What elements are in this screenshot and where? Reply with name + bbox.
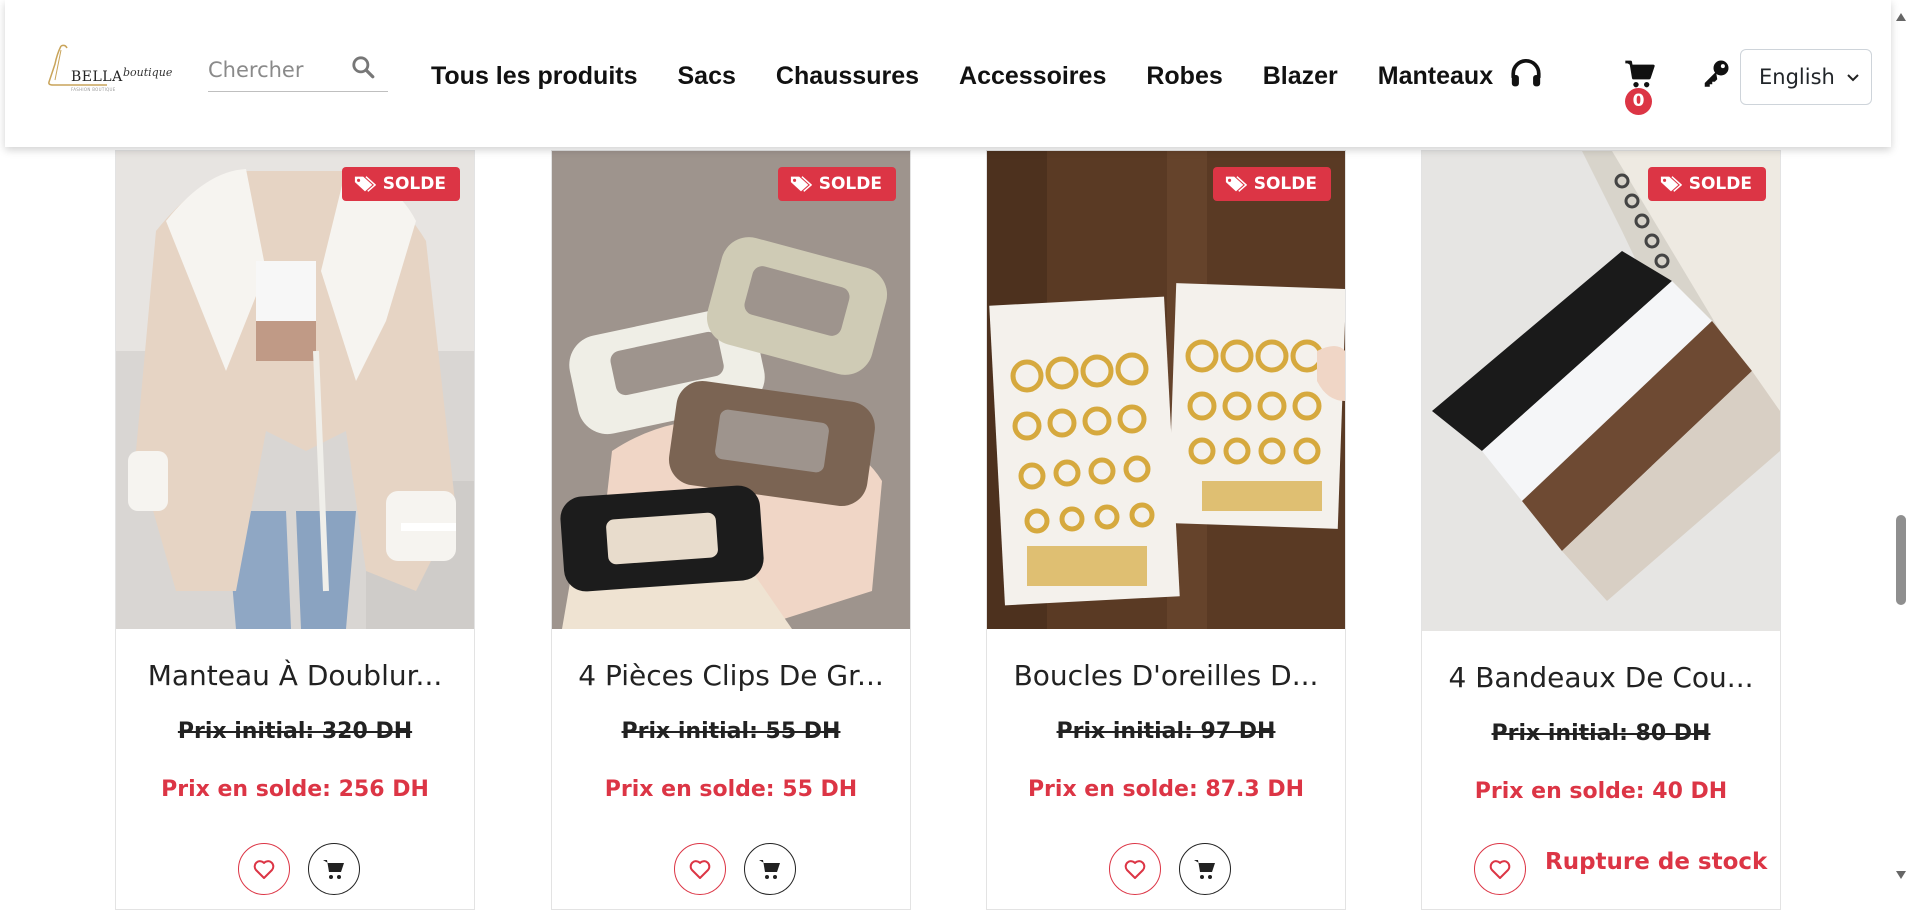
- site-logo[interactable]: BELLA boutique FASHION BOUTIQUE: [45, 44, 172, 100]
- language-select-value: English: [1759, 65, 1835, 89]
- nav-item-coats[interactable]: Manteaux: [1378, 62, 1493, 91]
- add-to-favorites-button[interactable]: [674, 843, 726, 895]
- product-image[interactable]: SOLDE: [116, 151, 474, 629]
- sale-badge-label: SOLDE: [1253, 174, 1317, 194]
- logo-script-text: boutique: [123, 66, 173, 79]
- page-scrollbar[interactable]: [1891, 0, 1911, 898]
- sale-badge: SOLDE: [1212, 167, 1331, 201]
- add-to-cart-button[interactable]: [1179, 843, 1231, 895]
- add-to-cart-button[interactable]: [308, 843, 360, 895]
- sale-badge-label: SOLDE: [1688, 174, 1752, 194]
- product-sale-price: Prix en solde: 87.3 DH: [1027, 777, 1305, 802]
- chevron-down-icon: [1847, 74, 1859, 82]
- nav-item-dresses[interactable]: Robes: [1146, 62, 1222, 91]
- product-card[interactable]: SOLDE 4 Pièces Clips De Gr... Prix initi…: [551, 150, 911, 910]
- language-select[interactable]: English: [1740, 49, 1872, 105]
- product-image[interactable]: SOLDE: [552, 151, 910, 629]
- key-icon[interactable]: [1701, 58, 1731, 88]
- tag-icon: [1225, 176, 1247, 192]
- cart-count-badge: 0: [1625, 88, 1652, 115]
- product-card[interactable]: SOLDE Boucles D'oreilles D... Prix initi…: [986, 150, 1346, 910]
- headset-icon[interactable]: [1509, 58, 1543, 92]
- search-icon[interactable]: [350, 54, 376, 80]
- out-of-stock-label: Rupture de stock: [1545, 849, 1768, 875]
- heart-icon: [253, 860, 275, 879]
- product-initial-price: Prix initial: 80 DH: [1491, 721, 1711, 746]
- search-input[interactable]: [208, 54, 348, 86]
- tag-icon: [1660, 176, 1682, 192]
- add-to-favorites-button[interactable]: [238, 843, 290, 895]
- site-header: BELLA boutique FASHION BOUTIQUE Tous les…: [5, 0, 1891, 147]
- product-initial-price: Prix initial: 97 DH: [1056, 719, 1276, 744]
- heart-icon: [1489, 860, 1511, 879]
- logo-brand-text: BELLA: [71, 69, 123, 85]
- product-title[interactable]: Manteau À Doublur...: [116, 659, 474, 692]
- main-nav: Tous les produits Sacs Chaussures Access…: [431, 62, 1533, 91]
- tag-icon: [354, 176, 376, 192]
- heart-icon: [1124, 860, 1146, 879]
- tag-icon: [790, 176, 812, 192]
- cart-icon: [759, 860, 780, 879]
- product-card[interactable]: SOLDE Manteau À Doublur... Prix initial:…: [115, 150, 475, 910]
- product-initial-price: Prix initial: 55 DH: [621, 719, 841, 744]
- scroll-up-arrow-icon[interactable]: [1895, 12, 1907, 22]
- sale-badge: SOLDE: [777, 167, 896, 201]
- product-title[interactable]: 4 Pièces Clips De Gr...: [552, 659, 910, 692]
- nav-item-all-products[interactable]: Tous les produits: [431, 62, 638, 91]
- product-sale-price: Prix en solde: 256 DH: [161, 777, 429, 802]
- cart-icon[interactable]: [1623, 58, 1657, 90]
- product-title[interactable]: Boucles D'oreilles D...: [987, 659, 1345, 692]
- nav-item-shoes[interactable]: Chaussures: [776, 62, 919, 91]
- product-image[interactable]: SOLDE: [987, 151, 1345, 629]
- logo-tagline: FASHION BOUTIQUE: [71, 87, 116, 92]
- scroll-thumb[interactable]: [1896, 515, 1906, 605]
- sale-badge: SOLDE: [1647, 167, 1766, 201]
- sale-badge: SOLDE: [341, 167, 460, 201]
- nav-item-bags[interactable]: Sacs: [678, 62, 736, 91]
- nav-item-blazer[interactable]: Blazer: [1263, 62, 1338, 91]
- scroll-down-arrow-icon[interactable]: [1895, 870, 1907, 880]
- product-title[interactable]: 4 Bandeaux De Cou...: [1422, 661, 1780, 694]
- search-bar: [208, 50, 388, 92]
- product-sale-price: Prix en solde: 40 DH: [1474, 779, 1728, 804]
- product-sale-price: Prix en solde: 55 DH: [604, 777, 858, 802]
- product-card[interactable]: SOLDE 4 Bandeaux De Cou... Prix initial:…: [1421, 150, 1781, 910]
- add-to-cart-button[interactable]: [744, 843, 796, 895]
- sale-badge-label: SOLDE: [382, 174, 446, 194]
- nav-item-accessories[interactable]: Accessoires: [959, 62, 1106, 91]
- product-image[interactable]: SOLDE: [1422, 151, 1780, 631]
- sale-badge-label: SOLDE: [818, 174, 882, 194]
- add-to-favorites-button[interactable]: [1474, 843, 1526, 895]
- add-to-favorites-button[interactable]: [1109, 843, 1161, 895]
- cart-icon: [323, 860, 344, 879]
- heart-icon: [689, 860, 711, 879]
- product-initial-price: Prix initial: 320 DH: [177, 719, 413, 744]
- cart-icon: [1194, 860, 1215, 879]
